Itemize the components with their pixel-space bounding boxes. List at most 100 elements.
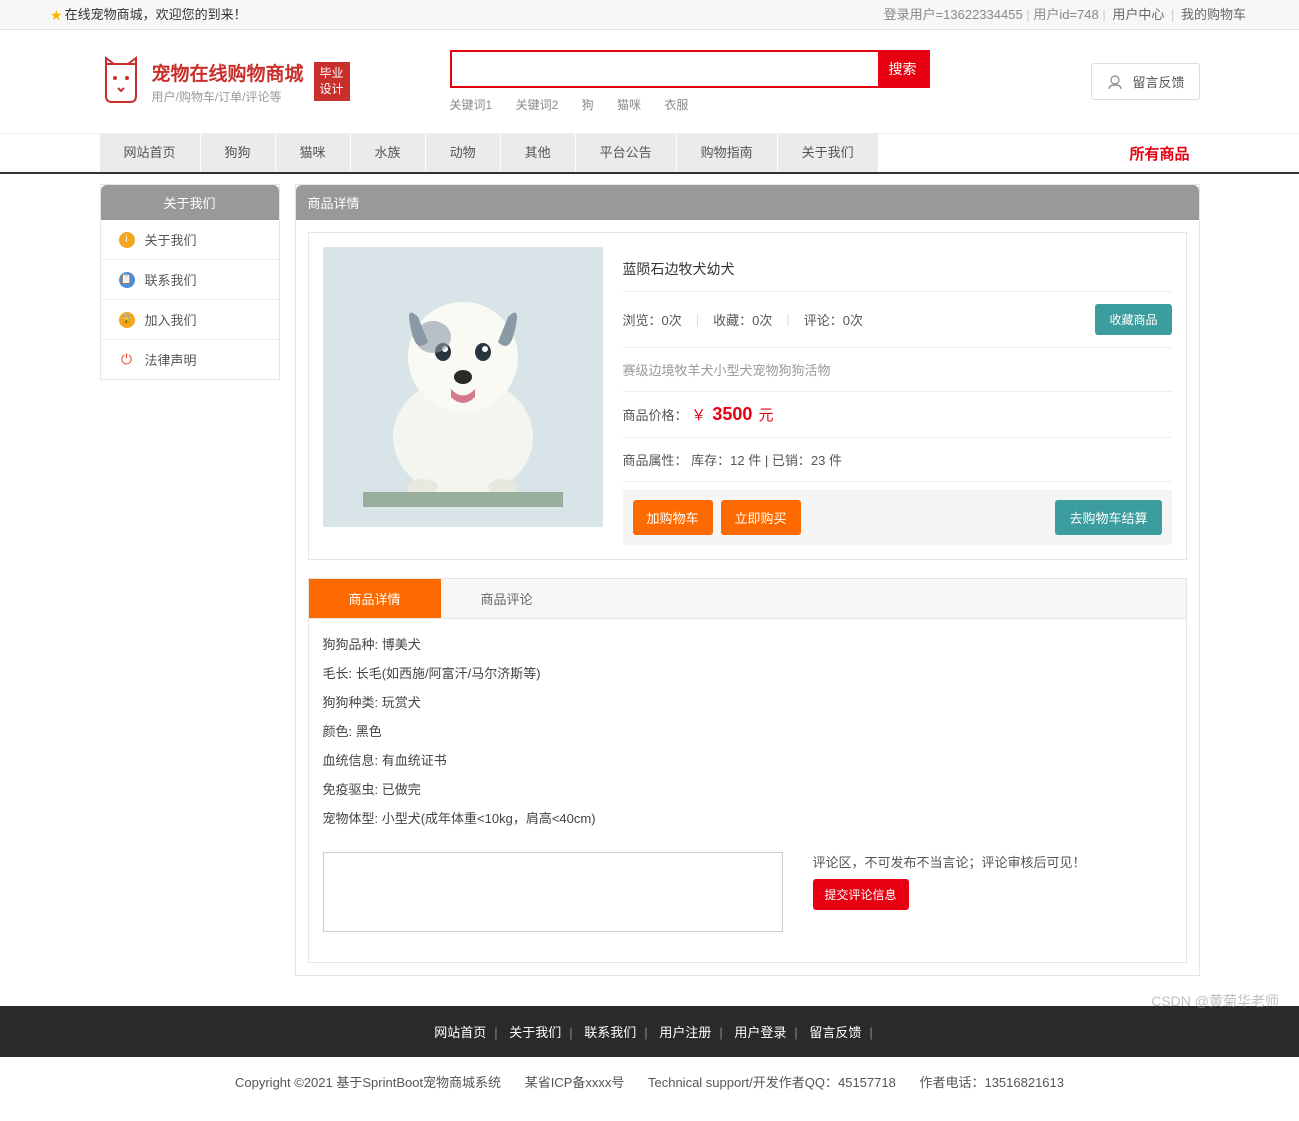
product-price-row: 商品价格： ￥ 3500 元 [623, 392, 1172, 438]
user-center-link[interactable]: 用户中心 [1112, 7, 1164, 22]
product-desc: 赛级边境牧羊犬小型犬宠物狗狗活物 [623, 348, 1172, 392]
keyword-link[interactable]: 狗 [582, 98, 594, 112]
detail-section: 商品详情 商品评论 狗狗品种: 博美犬 毛长: 长毛(如西施/阿富汗/马尔济斯等… [308, 578, 1187, 963]
search-input[interactable] [452, 52, 878, 86]
search-button[interactable]: 搜索 [878, 52, 928, 86]
attr-label: 商品属性： [623, 453, 688, 468]
sidebar-item-label: 联系我们 [145, 270, 197, 289]
views-count: 浏览：0次 [623, 310, 682, 329]
feedback-button[interactable]: 留言反馈 [1091, 63, 1199, 100]
topbar-welcome: ★ 在线宠物商城，欢迎您的到来！ [50, 0, 247, 29]
nav: 网站首页 狗狗 猫咪 水族 动物 其他 平台公告 购物指南 关于我们 所有商品 [100, 134, 1200, 172]
separator: | [786, 312, 789, 327]
comment-area: 评论区，不可发布不当言论；评论审核后可见！ 提交评论信息 [309, 842, 1186, 942]
comment-textarea[interactable] [323, 852, 783, 932]
detail-line: 血统信息: 有血统证书 [323, 745, 1172, 774]
comments-count: 评论：0次 [804, 310, 863, 329]
nav-aqua[interactable]: 水族 [351, 134, 426, 172]
content-body: 蓝陨石边牧犬幼犬 浏览：0次 | 收藏：0次 | 评论：0次 收藏商品 赛级边境… [296, 220, 1199, 975]
footer-link[interactable]: 用户登录 [734, 1025, 786, 1040]
buy-now-button[interactable]: 立即购买 [721, 500, 801, 535]
sidebar: 关于我们 i 关于我们 📋 联系我们 🔒 加入我们 ⏻ 法律声明 [100, 184, 280, 380]
lock-icon: 🔒 [119, 312, 135, 328]
footer-link[interactable]: 网站首页 [434, 1025, 486, 1040]
comment-tip: 评论区，不可发布不当言论；评论审核后可见！ [813, 852, 1172, 871]
nav-cat[interactable]: 猫咪 [276, 134, 351, 172]
price-symbol: ￥ [691, 407, 706, 424]
footer-link[interactable]: 关于我们 [509, 1025, 561, 1040]
footer-link[interactable]: 联系我们 [584, 1025, 636, 1040]
detail-line: 颜色: 黑色 [323, 716, 1172, 745]
product-box: 蓝陨石边牧犬幼犬 浏览：0次 | 收藏：0次 | 评论：0次 收藏商品 赛级边境… [308, 232, 1187, 560]
nav-notice[interactable]: 平台公告 [576, 134, 677, 172]
tab-comment[interactable]: 商品评论 [441, 579, 573, 618]
footer-info: Copyright ©2021 基于SprintBoot宠物商城系统 某省ICP… [0, 1057, 1299, 1121]
sidebar-item-label: 加入我们 [145, 310, 197, 329]
sidebar-item-contact[interactable]: 📋 联系我们 [101, 260, 279, 300]
nav-dog[interactable]: 狗狗 [201, 134, 276, 172]
favorite-button[interactable]: 收藏商品 [1095, 304, 1171, 335]
add-cart-button[interactable]: 加购物车 [633, 500, 713, 535]
keyword-link[interactable]: 猫咪 [617, 98, 641, 112]
logo-subtitle: 用户/购物车/订单/评论等 [152, 88, 304, 105]
power-icon: ⏻ [119, 352, 135, 368]
price-value: 3500 [712, 404, 752, 424]
logo-badge: 毕业 设计 [314, 62, 350, 101]
headset-icon [1106, 73, 1124, 91]
nav-guide[interactable]: 购物指南 [677, 134, 778, 172]
sold-value: 已销：23 件 [772, 453, 842, 468]
tabs: 商品详情 商品评论 [309, 579, 1186, 619]
nav-wrap: 网站首页 狗狗 猫咪 水族 动物 其他 平台公告 购物指南 关于我们 所有商品 [0, 133, 1299, 174]
footer-link[interactable]: 留言反馈 [809, 1025, 861, 1040]
my-cart-link[interactable]: 我的购物车 [1181, 7, 1246, 22]
product-attr-row: 商品属性： 库存：12 件 | 已销：23 件 [623, 438, 1172, 482]
welcome-text: 在线宠物商城，欢迎您的到来！ [65, 0, 247, 30]
detail-content: 狗狗品种: 博美犬 毛长: 长毛(如西施/阿富汗/马尔济斯等) 狗狗种类: 玩赏… [309, 619, 1186, 842]
nav-other[interactable]: 其他 [501, 134, 576, 172]
nav-home[interactable]: 网站首页 [100, 134, 201, 172]
footer-nav: 网站首页| 关于我们| 联系我们| 用户注册| 用户登录| 留言反馈| [0, 1006, 1299, 1057]
info-icon: i [119, 232, 135, 248]
logo-area[interactable]: 宠物在线购物商城 用户/购物车/订单/评论等 毕业 设计 [100, 56, 350, 107]
keyword-link[interactable]: 衣服 [664, 98, 688, 112]
sidebar-item-join[interactable]: 🔒 加入我们 [101, 300, 279, 340]
copyright: Copyright ©2021 基于SprintBoot宠物商城系统 [235, 1075, 501, 1090]
product-image [323, 247, 603, 527]
nav-animal[interactable]: 动物 [426, 134, 501, 172]
topbar-right: 登录用户=13622334455 | 用户id=748 | 用户中心 | 我的购… [884, 0, 1249, 29]
product-info: 蓝陨石边牧犬幼犬 浏览：0次 | 收藏：0次 | 评论：0次 收藏商品 赛级边境… [623, 247, 1172, 545]
star-icon: ★ [50, 0, 63, 30]
feedback-label: 留言反馈 [1132, 72, 1184, 91]
content: 商品详情 [295, 184, 1200, 976]
nav-all-products[interactable]: 所有商品 [1129, 143, 1199, 164]
comment-right: 评论区，不可发布不当言论；评论审核后可见！ 提交评论信息 [813, 852, 1172, 910]
tab-detail[interactable]: 商品详情 [309, 579, 441, 618]
separator: | [1171, 7, 1178, 22]
sidebar-item-label: 关于我们 [145, 230, 197, 249]
footer-link[interactable]: 用户注册 [659, 1025, 711, 1040]
sidebar-header: 关于我们 [101, 185, 279, 220]
submit-comment-button[interactable]: 提交评论信息 [813, 879, 909, 910]
stock-value: 库存：12 件 [691, 453, 761, 468]
product-title: 蓝陨石边牧犬幼犬 [623, 247, 1172, 292]
go-checkout-button[interactable]: 去购物车结算 [1055, 500, 1161, 535]
main: 关于我们 i 关于我们 📋 联系我们 🔒 加入我们 ⏻ 法律声明 商品详情 [100, 184, 1200, 976]
sidebar-item-label: 法律声明 [145, 350, 197, 369]
topbar: ★ 在线宠物商城，欢迎您的到来！ 登录用户=13622334455 | 用户id… [0, 0, 1299, 30]
separator: | [765, 453, 772, 468]
sidebar-item-about[interactable]: i 关于我们 [101, 220, 279, 260]
keyword-link[interactable]: 关键词1 [450, 98, 493, 112]
price-unit: 元 [759, 407, 774, 424]
keyword-link[interactable]: 关键词2 [516, 98, 559, 112]
header: 宠物在线购物商城 用户/购物车/订单/评论等 毕业 设计 搜索 关键词1 关键词… [100, 30, 1200, 133]
favs-count: 收藏：0次 [713, 310, 772, 329]
logo-title: 宠物在线购物商城 [152, 59, 304, 86]
action-row: 加购物车 立即购买 去购物车结算 [623, 490, 1172, 545]
clipboard-icon: 📋 [119, 272, 135, 288]
nav-about[interactable]: 关于我们 [778, 134, 879, 172]
search-box: 搜索 [450, 50, 930, 88]
detail-line: 宠物体型: 小型犬(成年体重<10kg，肩高<40cm) [323, 803, 1172, 832]
login-user: 登录用户=13622334455 [884, 7, 1023, 22]
detail-line: 狗狗品种: 博美犬 [323, 629, 1172, 658]
sidebar-item-legal[interactable]: ⏻ 法律声明 [101, 340, 279, 379]
